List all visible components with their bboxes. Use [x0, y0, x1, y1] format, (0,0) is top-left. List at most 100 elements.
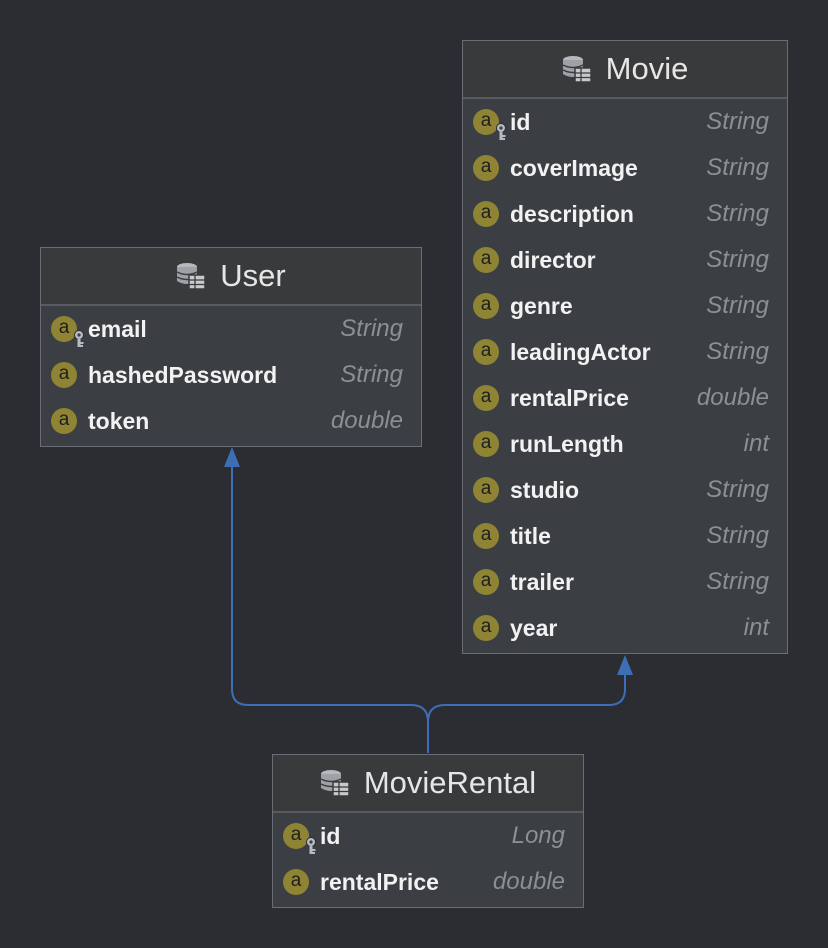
field-type: String [706, 476, 769, 503]
field-type: String [706, 338, 769, 365]
field-a-icon: a [473, 569, 499, 595]
field-row[interactable]: a email String [41, 306, 421, 352]
primary-key-field-icon: a [51, 316, 84, 347]
field-badge-letter: a [480, 340, 492, 361]
arrowhead-user [224, 447, 240, 467]
field-row[interactable]: a coverImage String [463, 145, 787, 191]
key-icon [74, 330, 84, 347]
field-badge-letter: a [480, 248, 492, 269]
entity-header: Movie [463, 41, 787, 99]
field-badge-letter: a [480, 156, 492, 177]
field-badge-letter: a [480, 294, 492, 315]
field-a-icon: a [473, 477, 499, 503]
field-a-icon: a [473, 293, 499, 319]
field-type: String [706, 246, 769, 273]
field-row[interactable]: a token double [41, 398, 421, 444]
field-badge-letter: a [480, 570, 492, 591]
field-row[interactable]: a rentalPrice double [273, 859, 583, 905]
field-name: id [510, 108, 531, 135]
field-row[interactable]: a leadingActor String [463, 329, 787, 375]
field-badge-letter: a [480, 616, 492, 637]
field-row[interactable]: a rentalPrice double [463, 375, 787, 421]
connector-movierental-movie [427, 668, 626, 723]
field-badge-letter: a [58, 409, 70, 430]
entity-title: MovieRental [363, 765, 537, 800]
field-name: rentalPrice [510, 384, 629, 411]
field-row[interactable]: a genre String [463, 283, 787, 329]
field-badge-letter: a [480, 110, 492, 131]
entity-movierental[interactable]: MovieRental a id Long a rentalPrice double [272, 754, 584, 908]
field-name: title [510, 522, 551, 549]
entity-movie[interactable]: Movie a id String a coverImage String a descrip… [462, 40, 788, 654]
field-row[interactable]: a year int [463, 605, 787, 651]
key-icon [496, 123, 506, 140]
field-row[interactable]: a title String [463, 513, 787, 559]
field-a-icon: a [51, 408, 77, 434]
field-type: String [706, 200, 769, 227]
database-table-icon [562, 56, 592, 83]
field-type: String [706, 292, 769, 319]
primary-key-field-icon: a [283, 823, 316, 854]
field-list: a id String a coverImage String a description St… [463, 99, 787, 651]
entity-title: User [220, 258, 286, 293]
field-type: int [743, 430, 769, 457]
field-a-icon: a [283, 869, 309, 895]
field-row[interactable]: a id Long [273, 813, 583, 859]
field-name: email [88, 315, 147, 342]
entity-header: User [41, 248, 421, 306]
field-name: token [88, 407, 150, 434]
entity-header: MovieRental [273, 755, 583, 813]
key-icon [306, 837, 316, 854]
field-row[interactable]: a id String [463, 99, 787, 145]
field-type: String [340, 361, 403, 388]
field-badge-letter: a [480, 432, 492, 453]
field-badge-letter: a [480, 478, 492, 499]
field-badge-letter: a [480, 202, 492, 223]
field-badge-letter: a [290, 824, 302, 845]
field-a-icon: a [473, 615, 499, 641]
field-a-icon: a [51, 362, 77, 388]
field-type: String [706, 568, 769, 595]
field-list: a id Long a rentalPrice double [273, 813, 583, 905]
field-type: Long [511, 822, 565, 849]
field-a-icon: a [473, 385, 499, 411]
field-type: double [330, 407, 403, 434]
field-list: a email String a hashedPassword String a token d… [41, 306, 421, 444]
entity-title: Movie [605, 51, 689, 86]
field-a-icon: a [473, 247, 499, 273]
arrowhead-movie [617, 655, 633, 675]
field-type: double [492, 868, 565, 895]
field-badge-letter: a [480, 524, 492, 545]
field-row[interactable]: a trailer String [463, 559, 787, 605]
primary-key-field-icon: a [473, 109, 506, 140]
field-row[interactable]: a studio String [463, 467, 787, 513]
field-type: String [340, 315, 403, 342]
field-a-icon: a [473, 201, 499, 227]
field-name: coverImage [510, 154, 638, 181]
field-name: rentalPrice [320, 868, 439, 895]
field-name: director [510, 246, 596, 273]
database-table-icon [176, 263, 207, 290]
field-badge-letter: a [480, 386, 492, 407]
field-badge-letter: a [290, 870, 302, 891]
field-a-icon: a [473, 339, 499, 365]
field-type: double [696, 384, 769, 411]
field-name: trailer [510, 568, 574, 595]
field-name: year [510, 614, 558, 641]
field-row[interactable]: a description String [463, 191, 787, 237]
field-row[interactable]: a hashedPassword String [41, 352, 421, 398]
entity-user[interactable]: User a email String a hashedPassword String a t… [40, 247, 422, 447]
field-name: studio [510, 476, 579, 503]
field-a-icon: a [473, 431, 499, 457]
field-a-icon: a [473, 523, 499, 549]
field-row[interactable]: a director String [463, 237, 787, 283]
field-badge-letter: a [58, 363, 70, 384]
field-type: String [706, 108, 769, 135]
connector-movierental-user [231, 462, 429, 753]
field-name: description [510, 200, 634, 227]
field-name: genre [510, 292, 573, 319]
field-type: String [706, 154, 769, 181]
field-type: String [706, 522, 769, 549]
field-name: id [320, 822, 341, 849]
field-row[interactable]: a runLength int [463, 421, 787, 467]
